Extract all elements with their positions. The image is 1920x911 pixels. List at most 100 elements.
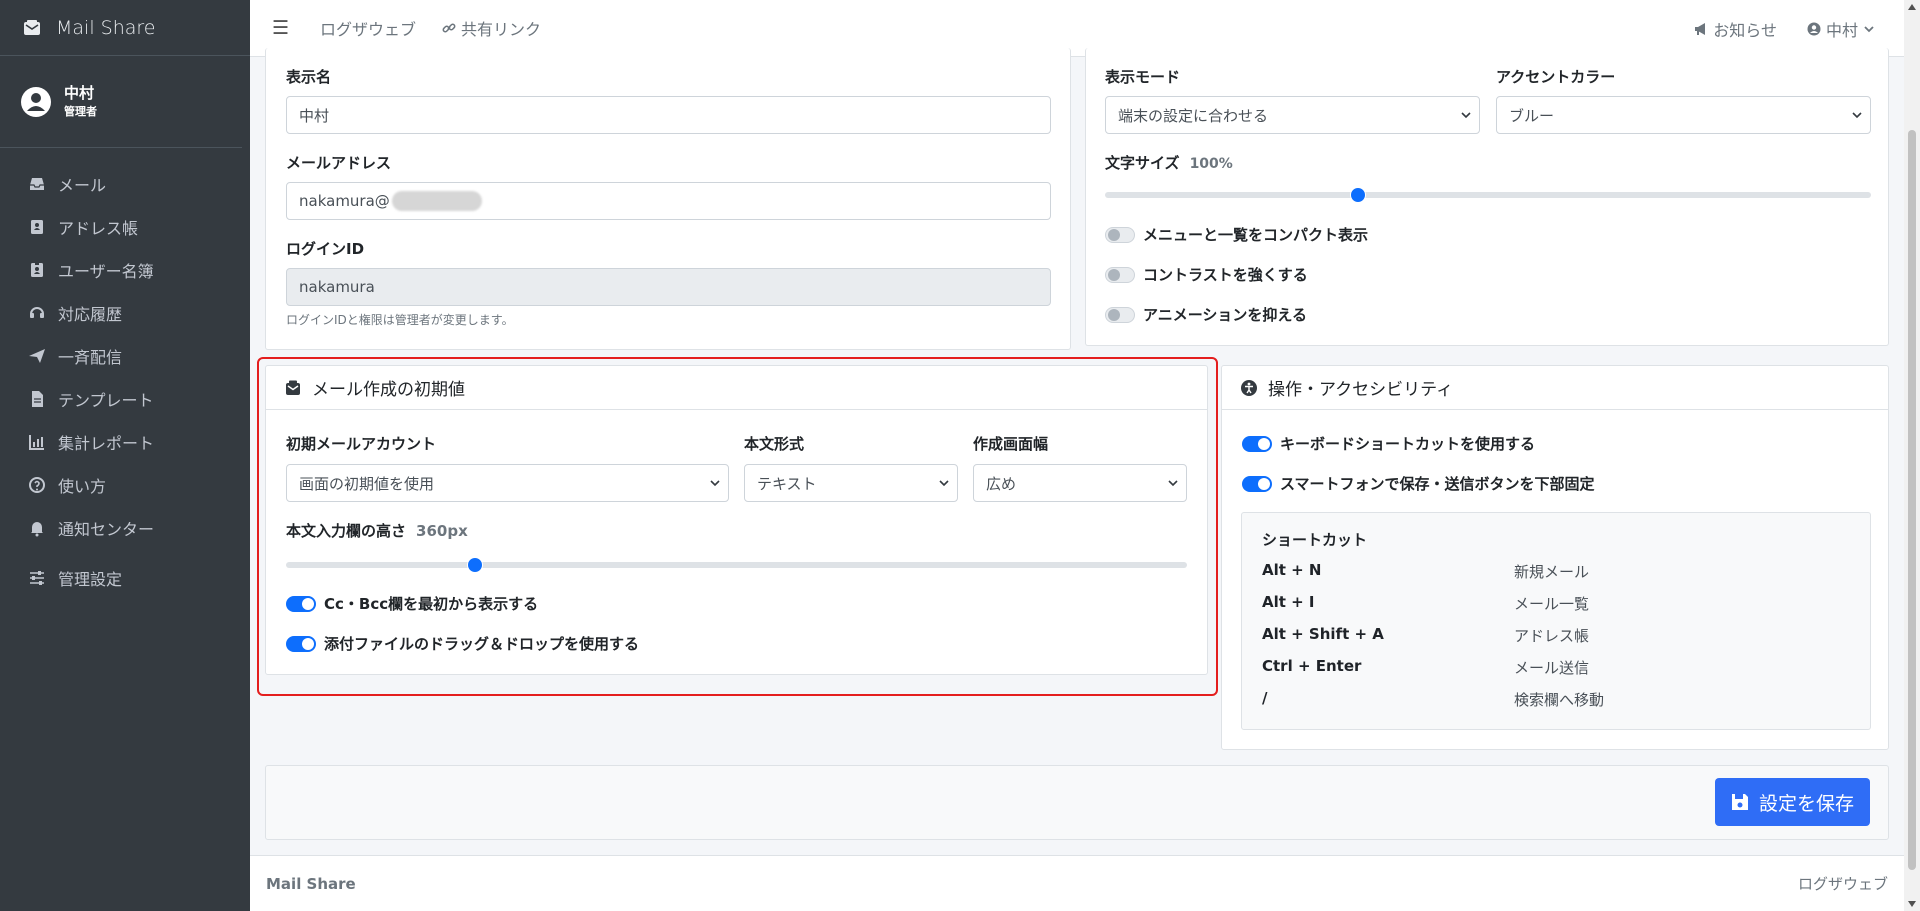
- mail-bulk-icon: [24, 19, 40, 35]
- sidebar-item-broadcast[interactable]: 一斉配信: [0, 334, 250, 377]
- address-book-icon: [31, 219, 43, 234]
- headset-icon: [30, 306, 44, 318]
- universal-access-icon: [1241, 379, 1257, 396]
- scroll-up-arrow-icon[interactable]: [1908, 4, 1916, 10]
- sidebar-item-user-directory[interactable]: ユーザー名簿: [0, 248, 250, 291]
- question-icon: [29, 476, 45, 493]
- footer: Mail Share ログザウェブ: [250, 855, 1904, 911]
- brand[interactable]: Mail Share: [0, 0, 250, 56]
- menu-toggle-icon[interactable]: ☰: [272, 17, 294, 39]
- save-settings-label: 設定を保存: [1758, 792, 1854, 815]
- header-link-logthe-web[interactable]: ログザウェブ: [320, 16, 416, 40]
- login-id-label: ログインID: [286, 240, 365, 258]
- accent-color-select[interactable]: ブルー: [1496, 96, 1871, 134]
- footer-link[interactable]: ログザウェブ: [1798, 873, 1888, 894]
- mobile-fixed-buttons-switch[interactable]: [1242, 475, 1272, 492]
- accent-color-label: アクセントカラー: [1496, 68, 1616, 86]
- email-input[interactable]: nakamura@: [286, 182, 1051, 220]
- compact-toggle[interactable]: メニューと一覧をコンパクト表示: [1105, 224, 1368, 245]
- sidebar-item-help[interactable]: 使い方: [0, 463, 250, 506]
- sidebar-item-templates[interactable]: テンプレート: [0, 377, 250, 420]
- contrast-label: コントラストを強くする: [1143, 266, 1308, 284]
- link-icon: [442, 23, 456, 33]
- shortcut-list-title: ショートカット: [1262, 531, 1368, 549]
- display-mode-select[interactable]: 端末の設定に合わせる: [1105, 96, 1480, 134]
- display-name-label: 表示名: [286, 68, 332, 86]
- sidebar-item-address-book[interactable]: アドレス帳: [0, 205, 250, 248]
- chart-icon: [29, 434, 44, 450]
- chevron-down-icon: [1852, 112, 1862, 119]
- user-panel[interactable]: 中村 管理者: [0, 56, 242, 148]
- shortcut-key: Alt + N: [1262, 561, 1322, 579]
- shortcut-key: /: [1262, 689, 1268, 707]
- sidebar-item-history[interactable]: 対応履歴: [0, 291, 250, 334]
- email-label: メールアドレス: [286, 154, 392, 172]
- shortcut-list: ショートカット Alt + N 新規メール Alt + I メール一覧 Alt …: [1241, 512, 1871, 730]
- inbox-icon: [30, 177, 44, 190]
- font-size-slider-thumb[interactable]: [1349, 187, 1366, 203]
- user-menu-label: 中村: [1825, 20, 1858, 40]
- sidebar-item-label: ユーザー名簿: [58, 261, 154, 281]
- sliders-icon: [30, 570, 44, 585]
- sidebar-item-reports[interactable]: 集計レポート: [0, 420, 250, 463]
- compact-label: メニューと一覧をコンパクト表示: [1143, 226, 1369, 244]
- shortcut-key: Alt + Shift + A: [1262, 625, 1384, 643]
- compact-switch[interactable]: [1105, 226, 1135, 243]
- login-id-help: ログインIDと権限は管理者が変更します。: [286, 313, 514, 327]
- user-menu[interactable]: 中村: [1807, 17, 1874, 41]
- shortcut-key: Alt + I: [1262, 593, 1315, 611]
- redacted-domain: [391, 191, 482, 211]
- sidebar: Mail Share 中村 管理者 メール アドレス帳 ユーザー名簿 対応履歴 …: [0, 0, 250, 911]
- header-link-share-label: 共有リンク: [461, 20, 542, 39]
- shortcut-desc: アドレス帳: [1514, 627, 1590, 645]
- floppy-disk-icon: [1731, 794, 1748, 810]
- user-role: 管理者: [64, 104, 97, 118]
- profile-card: 表示名 中村 メールアドレス nakamura@ ログインID nakamura…: [265, 48, 1071, 350]
- display-mode-value: 端末の設定に合わせる: [1118, 106, 1269, 125]
- notice-label: お知らせ: [1713, 20, 1777, 40]
- sidebar-item-label: 集計レポート: [58, 433, 155, 453]
- shortcut-desc: メール一覧: [1514, 595, 1590, 613]
- keyboard-shortcuts-switch[interactable]: [1242, 435, 1272, 452]
- id-badge-icon: [31, 261, 43, 277]
- font-size-label: 文字サイズ 100%: [1105, 152, 1233, 173]
- sidebar-item-label: 一斉配信: [58, 347, 123, 367]
- sidebar-item-label: 対応履歴: [58, 304, 123, 324]
- animation-label: アニメーションを抑える: [1143, 306, 1307, 324]
- display-settings-card: 表示モード 端末の設定に合わせる アクセントカラー ブルー 文字サイズ 100% …: [1085, 48, 1889, 346]
- page-scrollbar[interactable]: [1904, 0, 1920, 911]
- paper-plane-icon: [29, 348, 45, 363]
- display-mode-label: 表示モード: [1105, 68, 1181, 86]
- sidebar-item-label: 通知センター: [58, 519, 155, 539]
- accessibility-card-title: 操作・アクセシビリティ: [1268, 380, 1454, 400]
- mobile-fixed-buttons-toggle[interactable]: スマートフォンで保存・送信ボタンを下部固定: [1242, 473, 1595, 494]
- contrast-switch[interactable]: [1105, 266, 1135, 283]
- footer-brand: Mail Share: [266, 874, 356, 893]
- font-size-label-text: 文字サイズ: [1105, 154, 1180, 172]
- keyboard-shortcuts-toggle[interactable]: キーボードショートカットを使用する: [1242, 433, 1535, 454]
- shortcut-key: Ctrl + Enter: [1262, 657, 1362, 675]
- save-bar: 設定を保存: [265, 765, 1889, 840]
- file-icon: [32, 390, 43, 407]
- sidebar-item-mail[interactable]: メール: [0, 162, 250, 205]
- notice-link[interactable]: お知らせ: [1694, 17, 1777, 41]
- sidebar-item-notifications[interactable]: 通知センター: [0, 506, 250, 549]
- login-id-input: nakamura: [286, 268, 1051, 306]
- scroll-down-arrow-icon[interactable]: [1908, 901, 1916, 907]
- font-size-slider[interactable]: [1105, 187, 1871, 203]
- sidebar-item-admin-settings[interactable]: 管理設定: [0, 556, 250, 599]
- contrast-toggle[interactable]: コントラストを強くする: [1105, 264, 1308, 285]
- shortcut-desc: 新規メール: [1514, 563, 1590, 581]
- save-settings-button[interactable]: 設定を保存: [1714, 778, 1870, 826]
- animation-toggle[interactable]: アニメーションを抑える: [1105, 304, 1307, 325]
- user-circle-icon: [1807, 22, 1821, 35]
- animation-switch[interactable]: [1105, 306, 1135, 323]
- brand-name: Mail Share: [56, 16, 156, 39]
- chevron-down-icon: [1461, 112, 1471, 119]
- keyboard-shortcuts-label: キーボードショートカットを使用する: [1280, 435, 1536, 453]
- scrollbar-thumb[interactable]: [1908, 130, 1916, 870]
- mobile-fixed-buttons-label: スマートフォンで保存・送信ボタンを下部固定: [1280, 475, 1595, 493]
- header-link-share[interactable]: 共有リンク: [442, 16, 541, 40]
- display-name-input[interactable]: 中村: [286, 96, 1051, 134]
- sidebar-item-label: アドレス帳: [58, 218, 139, 238]
